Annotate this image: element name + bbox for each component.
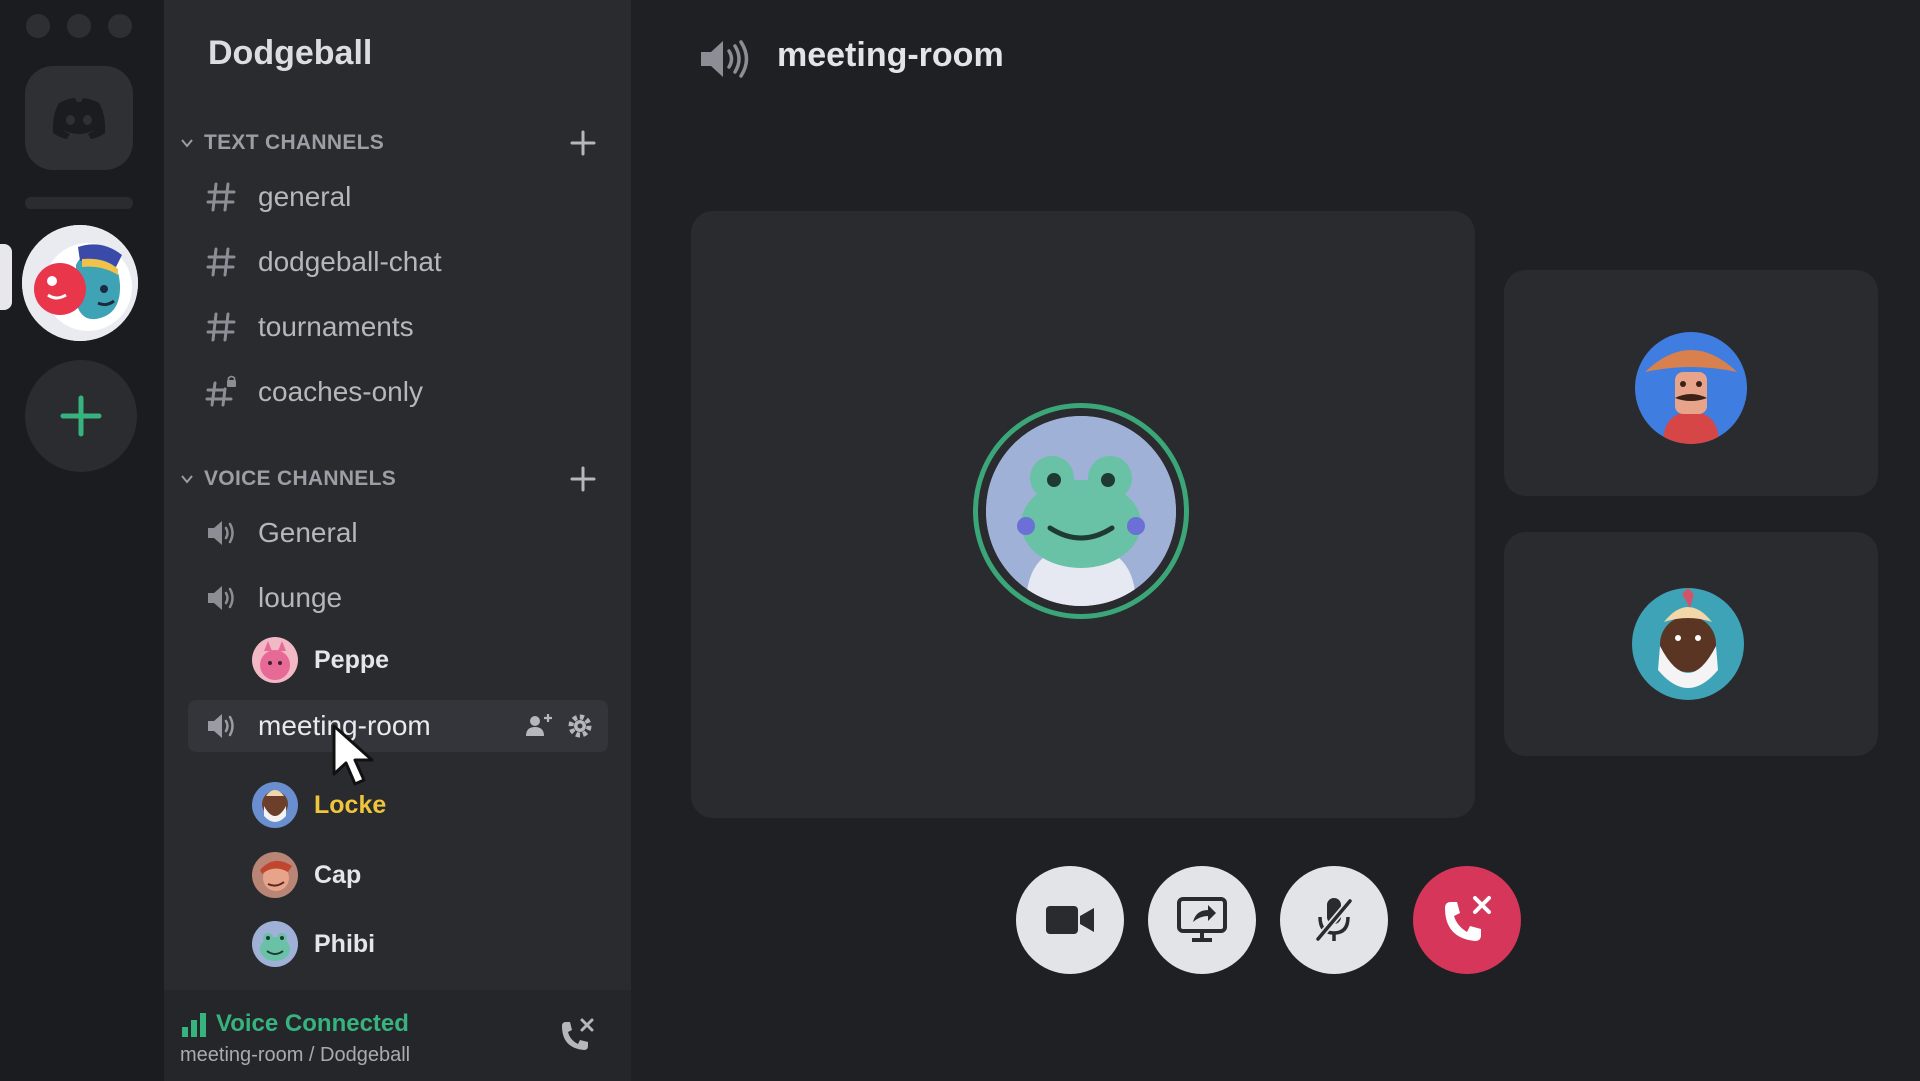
screen-share-icon xyxy=(1177,897,1227,942)
invite-user-icon[interactable] xyxy=(524,712,554,740)
hash-icon xyxy=(206,182,236,212)
window-minimize-button[interactable] xyxy=(67,14,91,38)
channel-label: coaches-only xyxy=(258,376,423,407)
add-text-channel-icon[interactable] xyxy=(568,128,598,158)
gear-icon[interactable] xyxy=(566,712,594,740)
avatar xyxy=(1635,332,1747,444)
hash-icon xyxy=(206,247,236,277)
avatar xyxy=(252,852,298,898)
locke-avatar-icon xyxy=(1632,588,1744,700)
rail-separator xyxy=(25,197,133,209)
channel-label: lounge xyxy=(258,582,343,613)
voice-member-peppe[interactable]: Peppe xyxy=(252,634,389,686)
avatar xyxy=(252,637,298,683)
avatar xyxy=(252,782,298,828)
channel-general[interactable]: general xyxy=(188,171,608,223)
camera-button[interactable] xyxy=(1016,866,1124,974)
voice-channel-meeting-room[interactable]: meeting-room xyxy=(188,700,608,752)
cap-avatar-icon xyxy=(252,852,298,898)
disconnect-icon[interactable] xyxy=(556,1016,596,1056)
category-label: TEXT CHANNELS xyxy=(204,131,385,154)
voice-member-cap[interactable]: Cap xyxy=(252,849,361,901)
screen-share-button[interactable] xyxy=(1148,866,1256,974)
server-name[interactable]: Dodgeball xyxy=(208,34,372,73)
channel-sidebar: Dodgeball TEXT CHANNELS general dodgebal… xyxy=(164,0,631,1081)
speaker-icon xyxy=(208,714,234,738)
selected-server-indicator xyxy=(0,244,12,310)
window-close-button[interactable] xyxy=(26,14,50,38)
participant-tile-main[interactable] xyxy=(691,211,1475,818)
member-name: Peppe xyxy=(314,645,390,674)
peppe-avatar-icon xyxy=(252,637,298,683)
video-camera-icon xyxy=(1046,906,1094,934)
hash-icon xyxy=(206,312,236,342)
plus-icon xyxy=(60,395,102,437)
channel-dodgeball-chat[interactable]: dodgeball-chat xyxy=(188,236,608,288)
channel-label: general xyxy=(258,181,352,212)
end-call-icon xyxy=(1445,896,1491,941)
add-server-button[interactable] xyxy=(25,360,137,472)
voice-stage: meeting-room xyxy=(631,0,1920,1081)
speaker-icon xyxy=(208,586,234,610)
chevron-down-icon xyxy=(181,475,193,484)
category-text-channels[interactable]: TEXT CHANNELS xyxy=(180,128,384,158)
voice-channel-general[interactable]: General xyxy=(188,507,608,559)
member-name: Locke xyxy=(314,790,387,819)
avatar xyxy=(252,921,298,967)
channel-label: tournaments xyxy=(258,311,414,342)
discord-logo-icon xyxy=(52,98,106,139)
signal-bars-icon xyxy=(182,1013,206,1037)
channel-label: General xyxy=(258,517,358,548)
phibi-avatar-icon xyxy=(252,921,298,967)
speaking-ring xyxy=(973,403,1189,619)
voice-connection-panel: Voice Connected meeting-room / Dodgeball xyxy=(164,990,631,1081)
speaker-icon xyxy=(208,521,234,545)
channel-title: meeting-room xyxy=(777,36,1004,74)
locke-avatar-icon xyxy=(252,782,298,828)
discord-app: Dodgeball TEXT CHANNELS general dodgebal… xyxy=(0,0,1920,1081)
channel-actions xyxy=(524,712,594,740)
hash-lock-icon xyxy=(205,375,236,407)
participant-tile-cap[interactable] xyxy=(1504,270,1878,496)
window-maximize-button[interactable] xyxy=(108,14,132,38)
voice-status-text: Voice Connected xyxy=(216,1010,409,1037)
member-name: Cap xyxy=(314,860,362,889)
avatar xyxy=(1632,588,1744,700)
member-name: Phibi xyxy=(314,929,376,958)
server-rail xyxy=(0,0,164,1081)
chevron-down-icon xyxy=(181,139,193,148)
dodgeball-server-icon xyxy=(22,225,138,341)
voice-member-phibi[interactable]: Phibi xyxy=(252,918,375,970)
avatar xyxy=(986,416,1176,606)
voice-status[interactable]: Voice Connected xyxy=(180,1010,409,1038)
channel-label: dodgeball-chat xyxy=(258,246,442,277)
voice-channel-lounge[interactable]: lounge xyxy=(188,572,608,624)
voice-location[interactable]: meeting-room / Dodgeball xyxy=(180,1044,410,1067)
speaker-icon xyxy=(701,40,749,78)
frog-avatar-icon xyxy=(986,416,1176,606)
end-call-button[interactable] xyxy=(1413,866,1521,974)
mute-button[interactable] xyxy=(1280,866,1388,974)
participant-tile-locke[interactable] xyxy=(1504,532,1878,756)
mouse-cursor-icon xyxy=(332,724,374,786)
channel-tournaments[interactable]: tournaments xyxy=(188,301,608,353)
channel-coaches-only[interactable]: coaches-only xyxy=(188,366,608,418)
home-button[interactable] xyxy=(25,66,133,170)
server-icon-dodgeball[interactable] xyxy=(22,225,138,341)
add-voice-channel-icon[interactable] xyxy=(568,464,598,494)
category-voice-channels[interactable]: VOICE CHANNELS xyxy=(180,464,396,494)
category-label: VOICE CHANNELS xyxy=(204,467,397,490)
microphone-muted-icon xyxy=(1315,898,1353,942)
cap-avatar-icon xyxy=(1635,332,1747,444)
